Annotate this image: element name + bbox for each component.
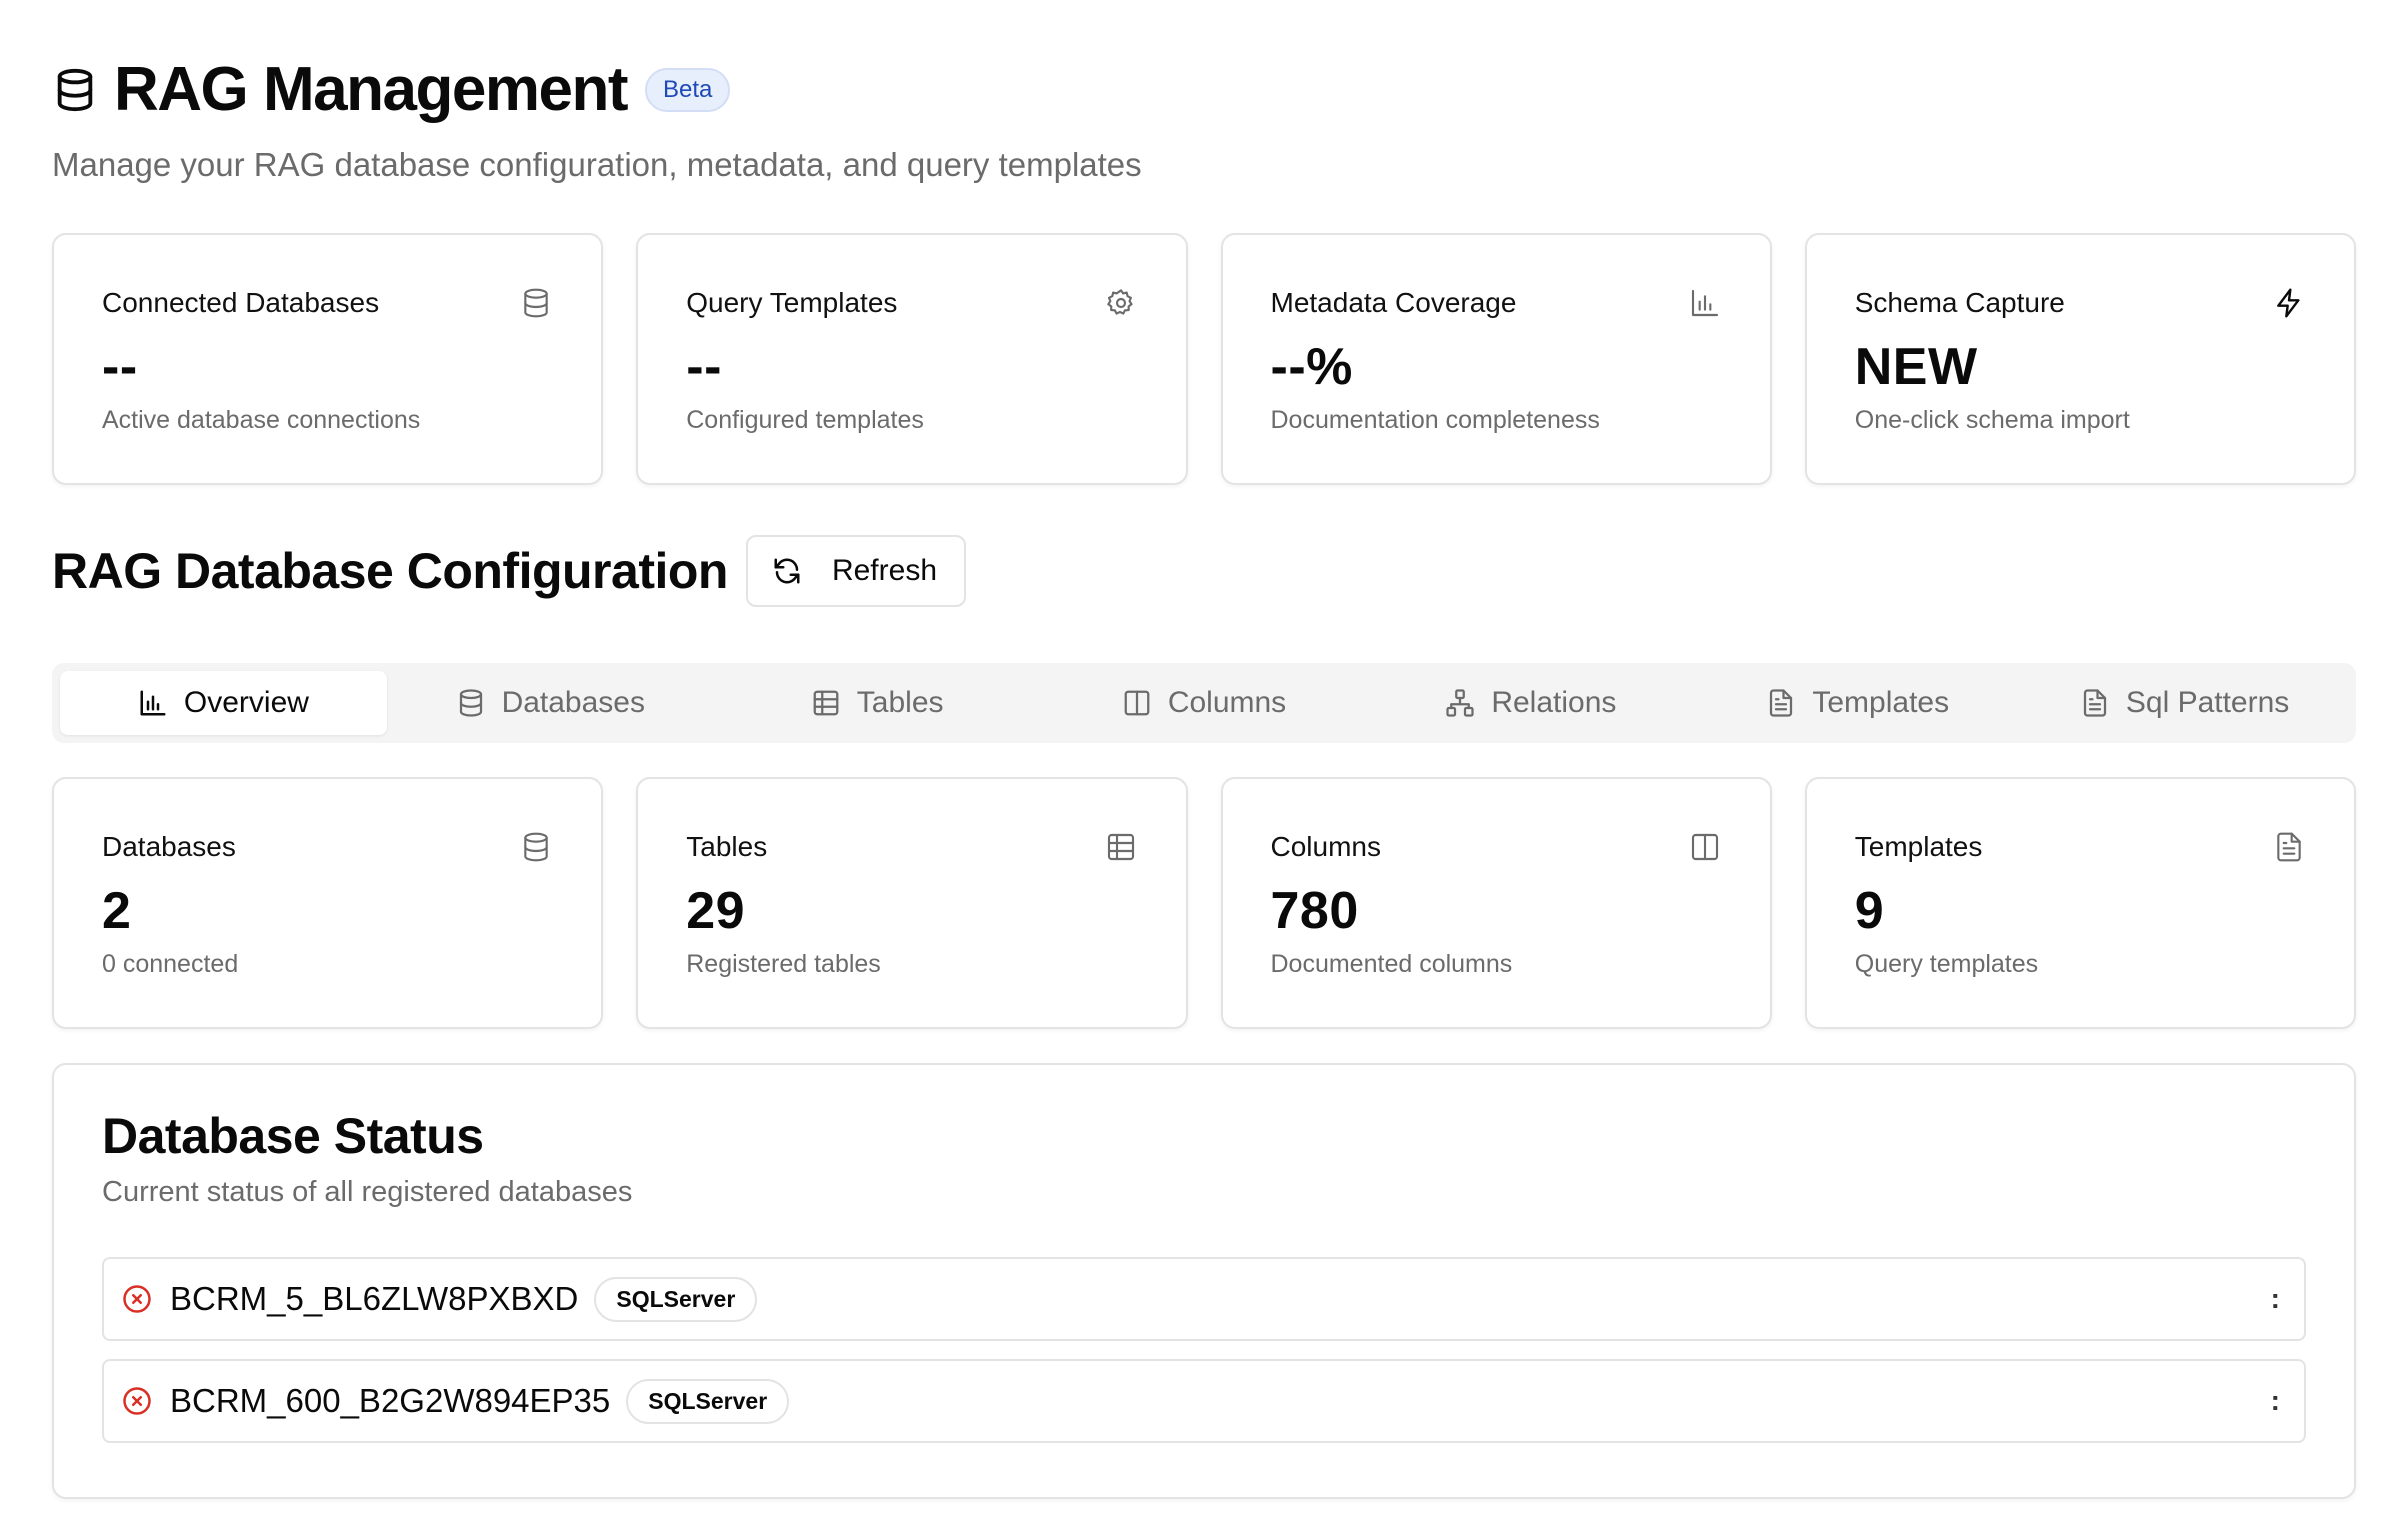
metadata-coverage-card: Metadata Coverage --% Documentation comp… — [1220, 233, 1772, 485]
columns-card: Columns 780 Documented columns — [1220, 777, 1772, 1029]
card-value: NEW — [1854, 338, 1978, 396]
query-templates-card: Query Templates -- Configured templates — [636, 233, 1188, 485]
error-circle-icon — [123, 1387, 151, 1415]
config-tabs: Overview Databases Tables Columns Relati… — [52, 663, 2356, 743]
database-name: BCRM_600_B2G2W894EP35 — [170, 1382, 611, 1419]
card-description: Active database connections — [102, 406, 421, 435]
card-description: Documentation completeness — [1270, 406, 1600, 435]
page-header: RAG Management Beta — [52, 52, 2356, 128]
rag-management-page: RAG Management Beta Manage your RAG data… — [0, 0, 2408, 1528]
database-name: BCRM_5_BL6ZLW8PXBXD — [170, 1280, 579, 1317]
database-row[interactable]: BCRM_600_B2G2W894EP35 SQLServer : — [102, 1359, 2306, 1443]
card-value: 780 — [1270, 882, 1359, 940]
file-icon — [2083, 689, 2106, 717]
tab-sql-patterns[interactable]: Sql Patterns — [2021, 671, 2348, 735]
page-subtitle: Manage your RAG database configuration, … — [52, 146, 1142, 183]
lightning-icon — [2272, 286, 2306, 320]
card-title: Tables — [686, 831, 768, 862]
connected-databases-card: Connected Databases -- Active database c… — [52, 233, 604, 485]
card-value: --% — [1270, 338, 1353, 396]
card-description: 0 connected — [102, 950, 239, 979]
summary-cards: Connected Databases -- Active database c… — [52, 233, 2356, 485]
card-title: Query Templates — [686, 287, 898, 318]
database-list: BCRM_5_BL6ZLW8PXBXD SQLServer : BCRM_600… — [102, 1257, 2306, 1443]
status-title: Database Status — [102, 1108, 484, 1164]
card-value: -- — [102, 338, 138, 396]
tab-tables[interactable]: Tables — [714, 671, 1041, 735]
card-value: 9 — [1854, 882, 1885, 940]
databases-card: Databases 2 0 connected — [52, 777, 604, 1029]
columns-icon — [1688, 830, 1722, 864]
bar-chart-icon — [140, 690, 166, 716]
card-title: Templates — [1854, 831, 1983, 862]
row-menu-button[interactable]: : — [2265, 1385, 2286, 1417]
database-row[interactable]: BCRM_5_BL6ZLW8PXBXD SQLServer : — [102, 1257, 2306, 1341]
tab-label: Tables — [856, 686, 944, 719]
table-icon — [1104, 830, 1138, 864]
card-description: Documented columns — [1270, 950, 1513, 979]
file-icon — [2272, 830, 2306, 864]
card-description: One-click schema import — [1854, 406, 2130, 435]
database-icon — [519, 286, 553, 320]
database-icon — [52, 65, 98, 115]
network-icon — [1446, 689, 1474, 717]
tab-label: Templates — [1812, 686, 1950, 719]
database-type-badge: SQLServer — [594, 1276, 758, 1322]
tab-label: Relations — [1491, 686, 1617, 719]
tab-overview[interactable]: Overview — [60, 671, 387, 735]
gear-icon — [1104, 286, 1138, 320]
page-title: RAG Management — [114, 55, 628, 124]
card-description: Query templates — [1854, 950, 2039, 979]
tab-label: Columns — [1167, 686, 1287, 719]
card-value: 2 — [102, 882, 132, 940]
card-value: 29 — [686, 882, 746, 940]
card-description: Registered tables — [686, 950, 881, 979]
tables-card: Tables 29 Registered tables — [636, 777, 1188, 1029]
card-title: Metadata Coverage — [1270, 287, 1517, 318]
tab-templates[interactable]: Templates — [1694, 671, 2021, 735]
refresh-label: Refresh — [831, 554, 937, 587]
card-title: Connected Databases — [102, 287, 380, 318]
tab-label: Overview — [183, 686, 309, 719]
tab-relations[interactable]: Relations — [1367, 671, 1694, 735]
config-header: RAG Database Configuration Refresh — [52, 535, 2356, 607]
card-title: Databases — [102, 831, 236, 862]
schema-capture-card: Schema Capture NEW One-click schema impo… — [1804, 233, 2356, 485]
tab-databases[interactable]: Databases — [387, 671, 714, 735]
refresh-icon — [774, 558, 800, 584]
tab-columns[interactable]: Columns — [1041, 671, 1368, 735]
error-circle-icon — [123, 1285, 151, 1313]
beta-badge: Beta — [644, 68, 731, 112]
tab-label: Databases — [501, 686, 645, 719]
file-icon — [1770, 689, 1793, 717]
refresh-button[interactable]: Refresh — [745, 535, 966, 607]
card-title: Columns — [1270, 831, 1381, 862]
status-subtitle: Current status of all registered databas… — [102, 1176, 633, 1208]
row-menu-button[interactable]: : — [2265, 1283, 2286, 1315]
columns-icon — [1124, 690, 1150, 716]
database-icon — [519, 830, 553, 864]
card-title: Schema Capture — [1854, 287, 2065, 318]
database-icon — [459, 689, 482, 717]
tab-label: Sql Patterns — [2125, 686, 2290, 719]
section-title: RAG Database Configuration — [52, 543, 728, 599]
card-description: Configured templates — [686, 406, 924, 435]
table-icon — [813, 690, 839, 716]
database-status-panel: Database Status Current status of all re… — [52, 1063, 2356, 1499]
bar-chart-icon — [1688, 286, 1722, 320]
database-type-badge: SQLServer — [626, 1378, 790, 1424]
card-value: -- — [686, 338, 722, 396]
overview-cards: Databases 2 0 connected Tables 29 Regist… — [52, 777, 2356, 1029]
templates-card: Templates 9 Query templates — [1804, 777, 2356, 1029]
